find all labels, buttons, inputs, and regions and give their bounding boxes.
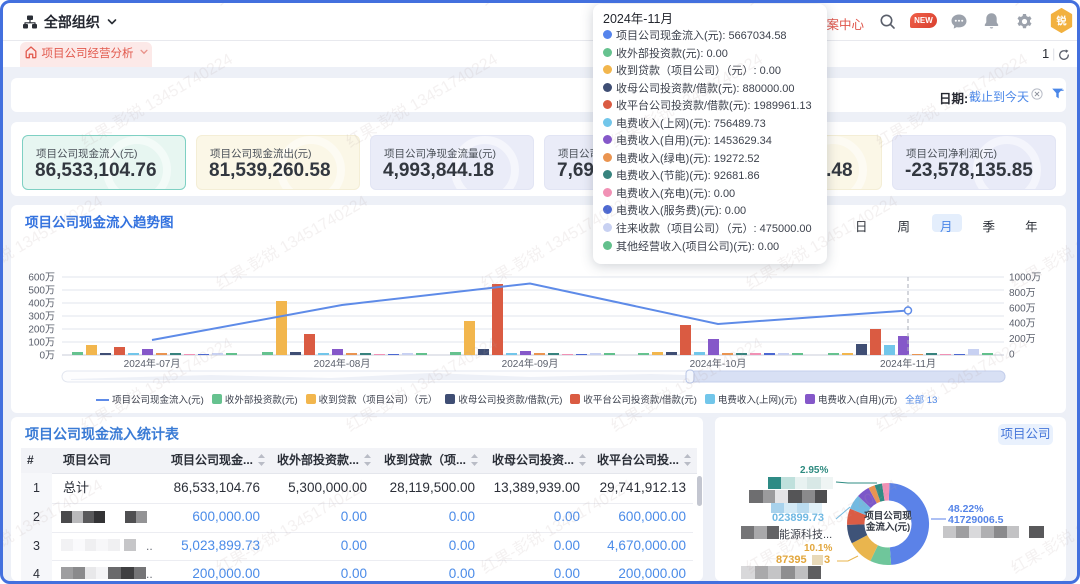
svg-text:500万: 500万	[28, 286, 55, 297]
svg-text:锐: 锐	[1056, 15, 1067, 28]
svg-text:2024年-08月: 2024年-08月	[314, 357, 371, 370]
svg-text:600万: 600万	[28, 273, 55, 284]
svg-text:1000万: 1000万	[1009, 273, 1041, 284]
svg-text:0万: 0万	[39, 351, 55, 362]
svg-text:600万: 600万	[1009, 303, 1036, 314]
svg-text:2024年-09月: 2024年-09月	[502, 357, 559, 370]
svg-text:800万: 800万	[1009, 288, 1036, 299]
svg-text:2024年-11月: 2024年-11月	[880, 357, 936, 370]
svg-text:400万: 400万	[28, 299, 55, 310]
svg-text:200万: 200万	[28, 325, 55, 336]
svg-text:300万: 300万	[28, 312, 55, 323]
svg-text:2024年-10月: 2024年-10月	[690, 357, 747, 370]
svg-text:200万: 200万	[1009, 334, 1036, 345]
svg-text:400万: 400万	[1009, 319, 1036, 330]
svg-text:100万: 100万	[28, 338, 55, 349]
svg-text:0: 0	[1009, 350, 1015, 361]
svg-text:2024年-07月: 2024年-07月	[124, 357, 181, 370]
